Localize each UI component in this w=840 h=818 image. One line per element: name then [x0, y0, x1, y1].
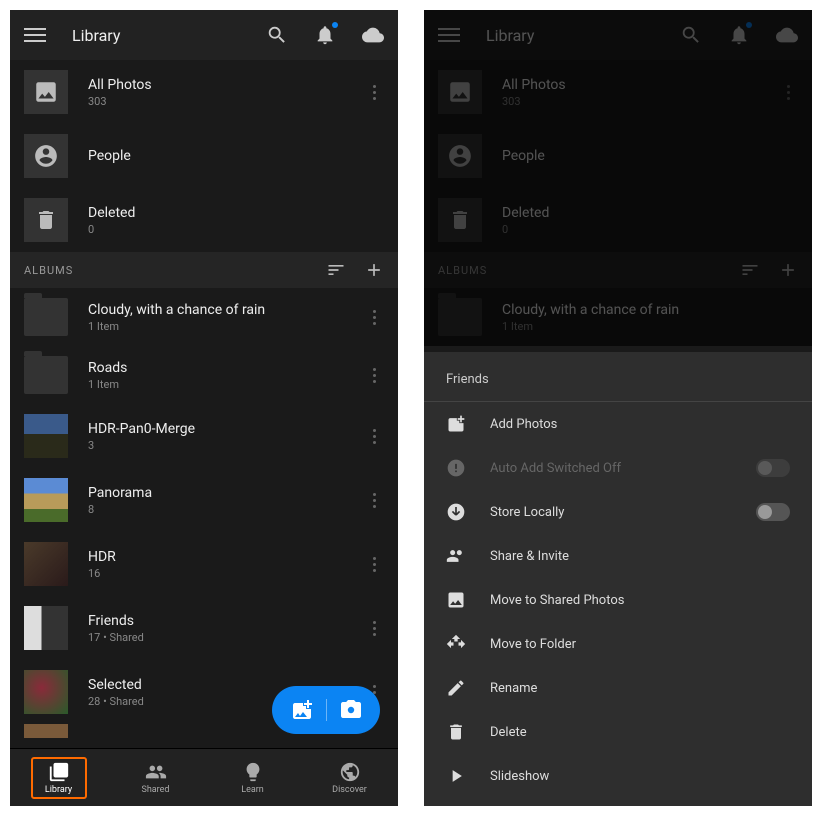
people-row[interactable]: People: [10, 124, 398, 188]
more-icon[interactable]: [364, 429, 384, 444]
people-label: People: [88, 148, 384, 164]
add-photo-icon[interactable]: [290, 698, 314, 722]
cloud-icon[interactable]: [362, 24, 384, 46]
topbar: Library: [10, 10, 398, 60]
trash-icon: [34, 208, 58, 232]
sheet-rename[interactable]: Rename: [424, 666, 812, 710]
play-icon: [446, 766, 466, 786]
toggle-off-icon[interactable]: [756, 503, 790, 521]
nav-shared[interactable]: Shared: [128, 757, 184, 799]
deleted-row[interactable]: Deleted 0: [10, 188, 398, 252]
sheet-store-locally[interactable]: Store Locally: [424, 490, 812, 534]
album-row[interactable]: Friends17 • Shared: [10, 596, 398, 660]
more-icon[interactable]: [364, 621, 384, 636]
library-list[interactable]: All Photos 303 People Deleted 0 ALBUMS Clo…: [10, 60, 398, 748]
album-thumbnail: [24, 542, 68, 586]
bottom-nav: Library Shared Learn Discover: [10, 748, 398, 806]
toggle-off-icon: [756, 459, 790, 477]
library-icon: [48, 761, 70, 783]
more-icon[interactable]: [364, 310, 384, 325]
sheet-auto-add: Auto Add Switched Off: [424, 446, 812, 490]
shared-icon: [145, 761, 167, 783]
person-icon: [33, 143, 59, 169]
nav-library[interactable]: Library: [31, 757, 87, 799]
albums-title: ALBUMS: [24, 264, 326, 277]
notifications-icon[interactable]: [314, 24, 336, 46]
album-thumbnail: [24, 670, 68, 714]
album-row[interactable]: Roads1 Item: [10, 346, 398, 404]
more-icon[interactable]: [364, 85, 384, 100]
nav-learn[interactable]: Learn: [225, 757, 281, 799]
shared-photos-icon: [446, 590, 466, 610]
album-thumbnail: [24, 414, 68, 458]
sheet-share-invite[interactable]: Share & Invite: [424, 534, 812, 578]
deleted-count: 0: [88, 223, 384, 236]
album-row[interactable]: HDR-Pan0-Merge3: [10, 404, 398, 468]
all-photos-label: All Photos: [88, 77, 364, 93]
page-title: Library: [72, 26, 266, 45]
all-photos-row[interactable]: All Photos 303: [10, 60, 398, 124]
folder-icon: [24, 356, 68, 394]
auto-add-icon: [446, 458, 466, 478]
all-photos-count: 303: [88, 95, 364, 108]
camera-icon[interactable]: [339, 698, 363, 722]
more-icon[interactable]: [364, 368, 384, 383]
sheet-slideshow[interactable]: Slideshow: [424, 754, 812, 798]
photo-icon: [33, 79, 59, 105]
nav-discover[interactable]: Discover: [322, 757, 378, 799]
add-photo-icon: [446, 414, 466, 434]
discover-icon: [339, 761, 361, 783]
album-row[interactable]: HDR16: [10, 532, 398, 596]
album-row[interactable]: Panorama8: [10, 468, 398, 532]
album-thumbnail: [24, 478, 68, 522]
album-action-sheet: Friends Add Photos Auto Add Switched Off…: [424, 352, 812, 806]
folder-icon: [24, 298, 68, 336]
move-icon: [446, 634, 466, 654]
sheet-add-photos[interactable]: Add Photos: [424, 402, 812, 446]
sheet-move-shared[interactable]: Move to Shared Photos: [424, 578, 812, 622]
search-icon[interactable]: [266, 24, 288, 46]
learn-icon: [242, 761, 264, 783]
more-icon[interactable]: [364, 493, 384, 508]
deleted-label: Deleted: [88, 205, 384, 221]
people-icon: [446, 546, 466, 566]
sort-icon[interactable]: [326, 260, 346, 280]
screen-album-sheet: Library All Photos303 People Deleted0 AL…: [424, 10, 812, 806]
more-icon[interactable]: [364, 557, 384, 572]
album-thumbnail: [24, 606, 68, 650]
albums-header: ALBUMS: [10, 252, 398, 288]
add-icon[interactable]: [364, 260, 384, 280]
sheet-delete[interactable]: Delete: [424, 710, 812, 754]
download-icon: [446, 502, 466, 522]
pencil-icon: [446, 678, 466, 698]
sheet-title: Friends: [424, 366, 812, 402]
album-row[interactable]: Cloudy, with a chance of rain1 Item: [10, 288, 398, 346]
sheet-move-folder[interactable]: Move to Folder: [424, 622, 812, 666]
album-thumbnail: [24, 724, 68, 738]
menu-icon[interactable]: [24, 24, 46, 46]
screen-library: Library All Photos 303 People Deleted 0 AL…: [10, 10, 398, 806]
fab[interactable]: [272, 686, 380, 734]
trash-icon: [446, 722, 466, 742]
